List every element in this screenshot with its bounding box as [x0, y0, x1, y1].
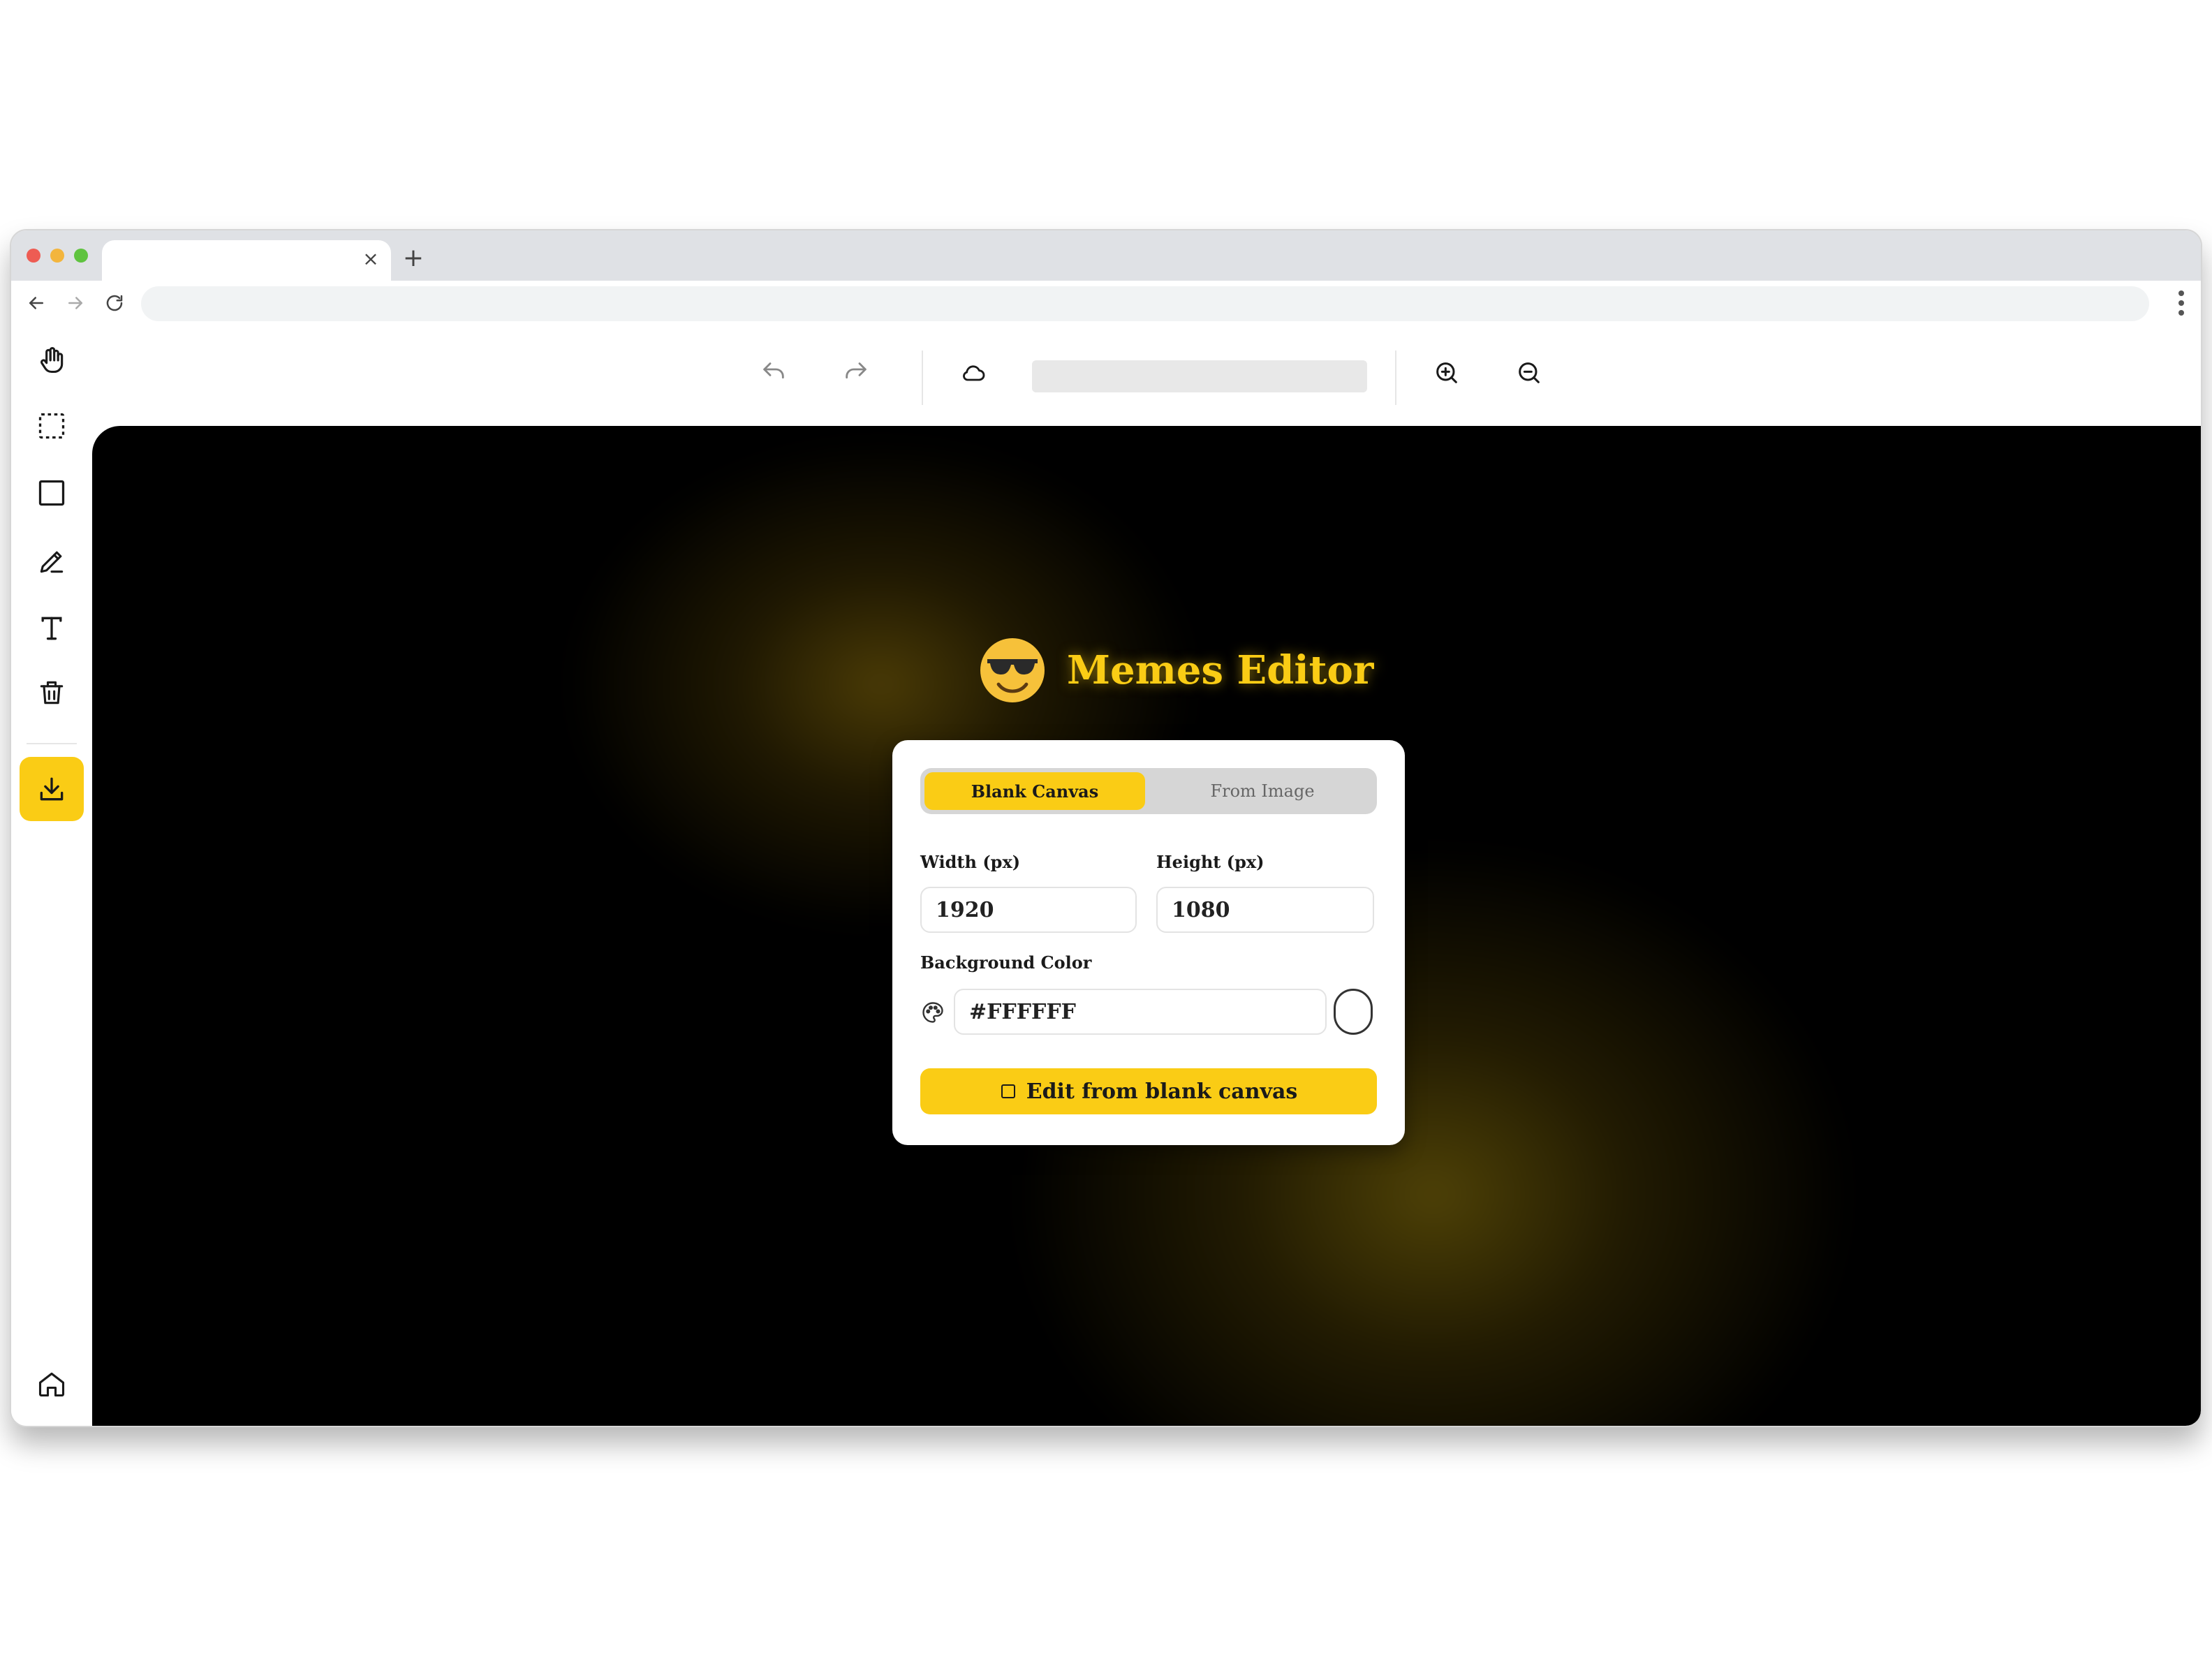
minimize-window-button[interactable] [50, 249, 64, 263]
text-icon [41, 617, 62, 640]
maximize-window-button[interactable] [74, 249, 88, 263]
app-title: Memes Editor [1067, 647, 1374, 693]
tab-strip: × + [11, 230, 2201, 281]
width-input[interactable]: 1920 [920, 887, 1137, 933]
trash-icon [40, 681, 64, 705]
cta-label: Edit from blank canvas [1026, 1079, 1298, 1104]
zoom-out-icon [1519, 362, 1540, 383]
new-canvas-dialog: Blank Canvas From Image Width (px) 1920 … [892, 740, 1405, 1145]
tab-blank-canvas[interactable]: Blank Canvas [924, 772, 1145, 810]
source-toggle: Blank Canvas From Image [920, 768, 1377, 814]
forward-arrow-icon[interactable] [60, 288, 91, 318]
background-color-input[interactable]: #FFFFFF [954, 989, 1327, 1035]
sunglasses-face-icon [980, 638, 1045, 702]
zoom-in-button[interactable] [1426, 352, 1468, 394]
square-icon [1001, 1084, 1015, 1098]
editor-app: Memes Editor Blank Canvas From Image Wid… [11, 325, 2201, 1426]
zoom-out-button[interactable] [1508, 352, 1550, 394]
home-button[interactable] [24, 1356, 80, 1412]
sidebar-divider [27, 743, 77, 744]
delete-tool[interactable] [24, 665, 80, 721]
select-tool[interactable] [24, 398, 80, 454]
background-color-label: Background Color [920, 952, 1092, 973]
tool-sidebar [11, 325, 92, 1426]
cloud-icon [963, 365, 985, 381]
rectangle-tool[interactable] [24, 465, 80, 521]
address-bar[interactable] [141, 286, 2149, 321]
hand-icon [40, 347, 64, 374]
pencil-icon [40, 551, 64, 573]
download-button[interactable] [20, 757, 84, 821]
toolbar-divider [922, 351, 923, 405]
editor-toolbar [92, 325, 2201, 426]
zoom-in-icon [1436, 362, 1457, 383]
meme-title-input[interactable] [1032, 360, 1367, 392]
pencil-tool[interactable] [24, 533, 80, 589]
select-icon [38, 413, 65, 439]
reload-icon[interactable] [99, 288, 130, 318]
tab-close-icon[interactable]: × [360, 249, 381, 270]
browser-navbar [11, 281, 2201, 325]
close-window-button[interactable] [27, 249, 40, 263]
height-label: Height (px) [1156, 852, 1264, 872]
edit-from-blank-canvas-button[interactable]: Edit from blank canvas [920, 1068, 1377, 1114]
text-tool[interactable] [24, 600, 80, 656]
width-label: Width (px) [920, 852, 1021, 872]
browser-tab[interactable]: × [102, 240, 391, 281]
color-swatch[interactable] [1334, 989, 1373, 1035]
new-tab-icon[interactable]: + [399, 244, 427, 272]
brand-header: Memes Editor [979, 637, 1373, 704]
height-input[interactable]: 1080 [1156, 887, 1374, 933]
back-arrow-icon[interactable] [21, 288, 52, 318]
palette-icon [922, 1002, 943, 1023]
cloud-save-button[interactable] [952, 352, 994, 394]
rectangle-icon [38, 480, 65, 506]
home-icon [38, 1372, 65, 1397]
undo-button[interactable] [753, 352, 795, 394]
browser-window: × + Memes Editor Blank Canvas From Image… [10, 229, 2202, 1427]
download-icon [40, 777, 64, 801]
redo-icon [846, 362, 867, 379]
hand-tool[interactable] [24, 332, 80, 388]
browser-menu-icon[interactable] [2174, 288, 2188, 318]
redo-button[interactable] [835, 352, 877, 394]
toolbar-divider [1395, 351, 1396, 405]
canvas-stage[interactable]: Memes Editor Blank Canvas From Image Wid… [92, 426, 2201, 1426]
undo-icon [763, 362, 784, 379]
tab-from-image[interactable]: From Image [1152, 772, 1373, 810]
